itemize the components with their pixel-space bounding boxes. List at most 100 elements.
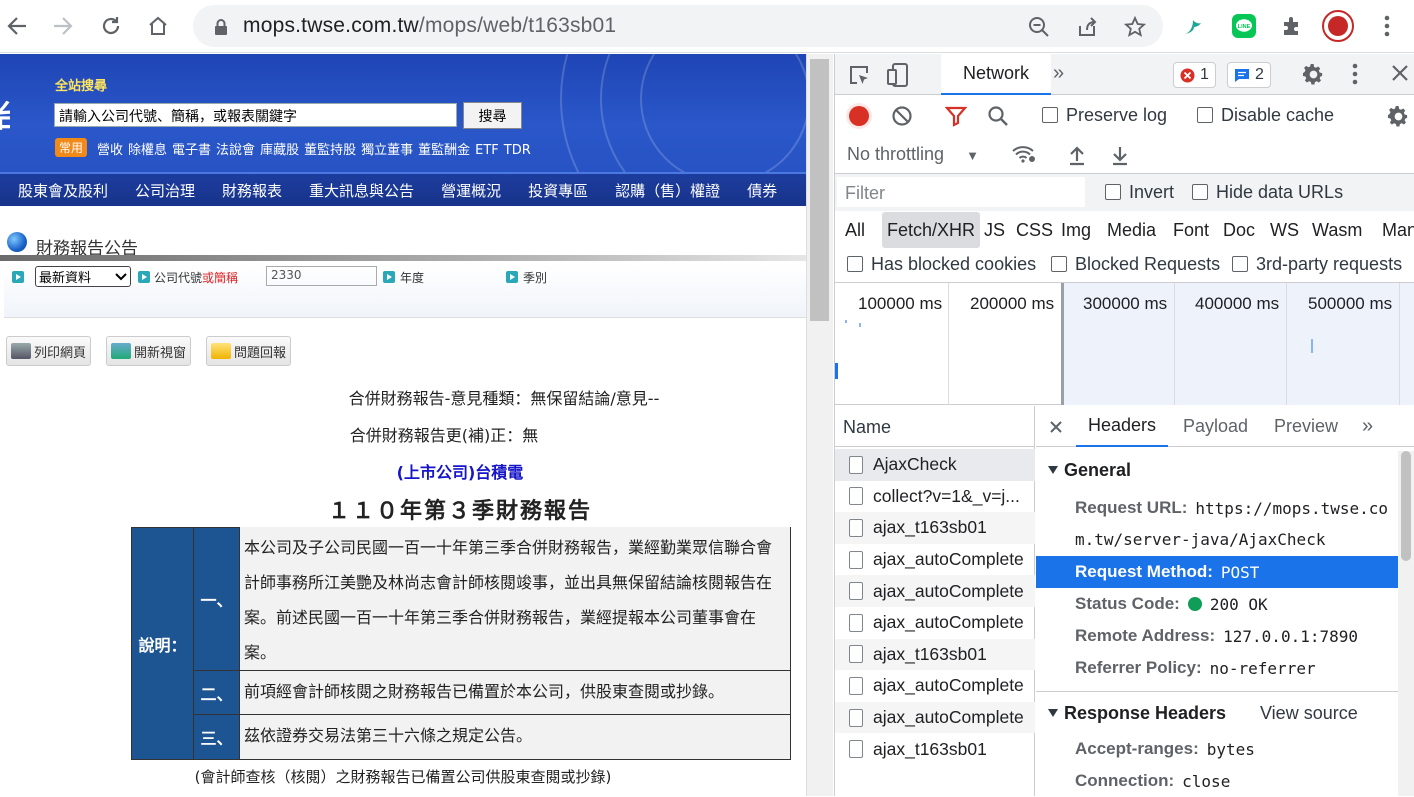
type-filter-js[interactable]: JS	[984, 212, 1005, 248]
open-new-window-button[interactable]: 開新視窗	[106, 336, 192, 366]
company-code-input[interactable]: 2330	[266, 266, 377, 286]
report-issue-button[interactable]: 問題回報	[206, 336, 292, 366]
quick-link[interactable]: 電子書	[172, 143, 211, 158]
type-filter-wasm[interactable]: Wasm	[1312, 212, 1362, 248]
type-filter-doc[interactable]: Doc	[1223, 212, 1255, 248]
view-source-link[interactable]: View source	[1260, 703, 1358, 724]
page-scrollbar[interactable]	[806, 54, 833, 796]
network-overview-timeline[interactable]: 100000 ms 200000 ms 300000 ms 400000 ms …	[835, 283, 1414, 405]
disable-cache-checkbox[interactable]: Disable cache	[1197, 105, 1334, 126]
device-toolbar-icon[interactable]	[887, 63, 913, 87]
request-row[interactable]: ajax_t163sb01	[835, 638, 1035, 671]
menu-item[interactable]: 營運概況	[441, 180, 501, 201]
detail-scrollbar[interactable]	[1398, 451, 1414, 796]
tab-network[interactable]: Network	[941, 54, 1051, 95]
request-row[interactable]: ajax_autoComplete	[835, 575, 1035, 607]
more-tabs-chevron-icon[interactable]: »	[1053, 62, 1064, 85]
type-filter-manifest[interactable]: Mani	[1382, 212, 1414, 248]
general-section-toggle[interactable]: General	[1048, 460, 1131, 481]
tab-headers[interactable]: Headers	[1076, 406, 1168, 447]
invert-checkbox[interactable]: Invert	[1105, 182, 1174, 203]
request-row[interactable]: AjaxCheck	[835, 449, 1035, 481]
name-column-header[interactable]: Name	[835, 406, 1035, 447]
data-range-select[interactable]: 最新資料	[35, 266, 131, 287]
tab-payload[interactable]: Payload	[1183, 406, 1248, 447]
type-filter-all[interactable]: All	[845, 212, 865, 248]
error-count-badge[interactable]: 1	[1173, 62, 1216, 88]
forward-button[interactable]	[46, 9, 80, 43]
quick-link[interactable]: 庫藏股	[260, 143, 299, 158]
type-filter-fetch-xhr[interactable]: Fetch/XHR	[882, 212, 981, 248]
quick-link[interactable]: 除權息	[128, 143, 167, 158]
third-party-requests-checkbox[interactable]: 3rd-party requests	[1232, 254, 1402, 275]
menu-item[interactable]: 投資專區	[528, 180, 588, 201]
request-row[interactable]: ajax_autoComplete	[835, 607, 1035, 639]
clear-icon[interactable]	[891, 105, 913, 127]
network-conditions-wifi-icon[interactable]	[1011, 144, 1037, 164]
filter-funnel-icon[interactable]	[945, 105, 967, 127]
response-headers-toggle[interactable]: Response Headers	[1048, 703, 1226, 724]
reload-button[interactable]	[94, 9, 128, 43]
company-name[interactable]: (上市公司)台積電	[397, 463, 524, 482]
extension-bird-icon[interactable]	[1177, 10, 1209, 42]
request-method-row[interactable]: Request Method: POST	[1036, 556, 1398, 588]
request-row[interactable]: collect?v=1&_v=j...	[835, 481, 1035, 513]
record-icon[interactable]	[849, 106, 869, 126]
import-har-icon[interactable]	[1067, 144, 1087, 166]
inspect-element-icon[interactable]	[847, 63, 871, 87]
preserve-log-checkbox[interactable]: Preserve log	[1042, 105, 1167, 126]
home-button[interactable]	[141, 9, 175, 43]
has-blocked-cookies-checkbox[interactable]: Has blocked cookies	[847, 254, 1036, 275]
network-settings-gear-icon[interactable]	[1387, 105, 1410, 128]
tab-preview[interactable]: Preview	[1274, 406, 1338, 447]
devtools-menu-icon[interactable]	[1352, 63, 1358, 85]
request-row[interactable]: ajax_autoComplete	[835, 670, 1035, 702]
request-row[interactable]: ajax_autoComplete	[835, 701, 1035, 734]
quick-link[interactable]: 營收	[97, 143, 123, 158]
type-filter-font[interactable]: Font	[1173, 212, 1209, 248]
blocked-requests-checkbox[interactable]: Blocked Requests	[1051, 254, 1220, 275]
request-row[interactable]: ajax_t163sb01	[835, 512, 1035, 544]
quick-link[interactable]: 法說會	[216, 143, 255, 158]
quick-link[interactable]: 獨立董事	[361, 143, 413, 158]
profile-avatar-icon[interactable]	[1322, 10, 1354, 42]
network-filter-input[interactable]: Filter	[837, 177, 1085, 207]
quick-link[interactable]: ETF	[475, 143, 499, 158]
extensions-puzzle-icon[interactable]	[1276, 10, 1308, 42]
throttling-select[interactable]: No throttling ▼	[847, 144, 979, 165]
menu-item[interactable]: 認購（售）權證	[615, 180, 720, 201]
page-scrollbar-thumb[interactable]	[810, 59, 829, 321]
search-icon[interactable]	[987, 105, 1009, 127]
close-devtools-icon[interactable]	[1391, 64, 1409, 82]
request-row[interactable]: ajax_autoComplete	[835, 544, 1035, 576]
menu-item[interactable]: 股東會及股利	[18, 180, 108, 201]
address-bar[interactable]: mops.twse.com.tw/mops/web/t163sb01	[193, 5, 1163, 47]
hide-data-urls-checkbox[interactable]: Hide data URLs	[1192, 182, 1343, 203]
back-button[interactable]	[0, 9, 34, 43]
line-app-icon[interactable]: LINE	[1228, 10, 1260, 42]
menu-item[interactable]: 重大訊息與公告	[309, 180, 414, 201]
print-page-button[interactable]: 列印網頁	[6, 336, 92, 366]
request-row[interactable]: ajax_t163sb01	[835, 733, 1035, 765]
quick-link[interactable]: 董監持股	[304, 143, 356, 158]
site-search-button[interactable]: 搜尋	[463, 102, 522, 129]
quick-link[interactable]: 董監酬金	[418, 143, 470, 158]
detail-scrollbar-thumb[interactable]	[1401, 451, 1411, 561]
bookmark-star-icon[interactable]	[1121, 13, 1149, 41]
type-filter-media[interactable]: Media	[1107, 212, 1156, 248]
lock-icon[interactable]	[207, 13, 235, 41]
settings-gear-icon[interactable]	[1302, 63, 1325, 86]
zoom-out-icon[interactable]	[1025, 13, 1053, 41]
share-icon[interactable]	[1073, 13, 1101, 41]
type-filter-css[interactable]: CSS	[1016, 212, 1053, 248]
type-filter-ws[interactable]: WS	[1270, 212, 1299, 248]
menu-item[interactable]: 財務報表	[222, 180, 282, 201]
message-count-badge[interactable]: 2	[1227, 62, 1271, 88]
site-search-input[interactable]: 請輸入公司代號、簡稱，或報表關鍵字	[54, 103, 457, 127]
export-har-icon[interactable]	[1110, 144, 1130, 166]
close-detail-icon[interactable]	[1049, 406, 1063, 447]
menu-item[interactable]: 公司治理	[135, 180, 195, 201]
menu-item[interactable]: 債券	[747, 180, 777, 201]
browser-menu-icon[interactable]	[1371, 10, 1403, 42]
quick-link[interactable]: TDR	[504, 143, 531, 158]
